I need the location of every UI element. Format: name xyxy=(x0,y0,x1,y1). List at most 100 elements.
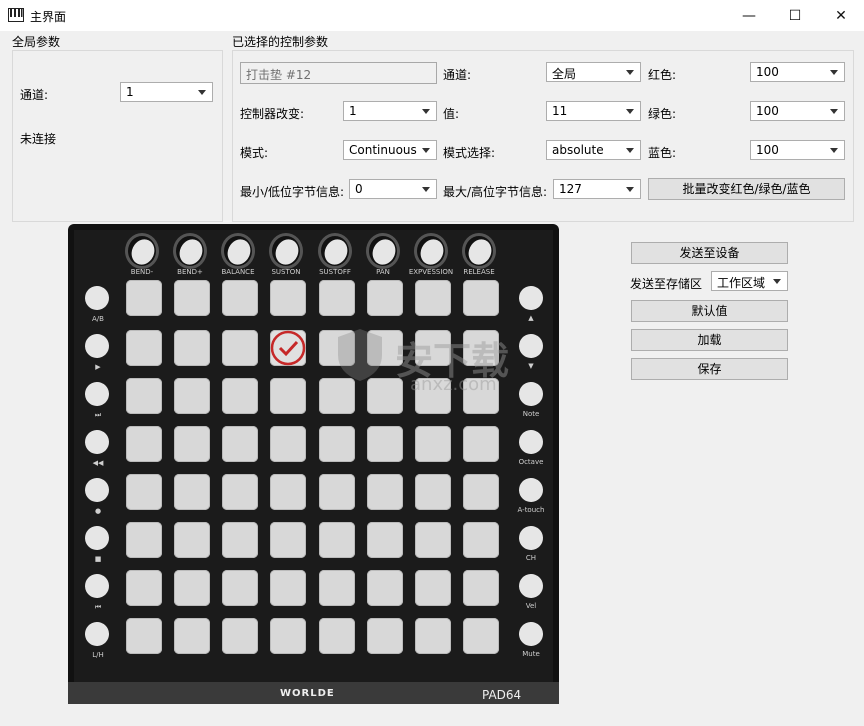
mode-label: 模式: xyxy=(240,146,269,160)
channel-label: 通道: xyxy=(443,68,472,82)
side-button-label: CH xyxy=(525,554,537,562)
knob-cap xyxy=(464,235,496,269)
pad-19[interactable] xyxy=(222,378,258,414)
pad-10[interactable] xyxy=(174,330,210,366)
pad-43[interactable] xyxy=(222,522,258,558)
pad-50[interactable] xyxy=(174,570,210,606)
pad-35[interactable] xyxy=(222,474,258,510)
value-select[interactable]: 11 xyxy=(546,101,641,121)
pad-34[interactable] xyxy=(174,474,210,510)
pad-38[interactable] xyxy=(367,474,403,510)
save-button[interactable]: 保存 xyxy=(631,358,788,380)
pad-3[interactable] xyxy=(222,280,258,316)
pad-37[interactable] xyxy=(319,474,355,510)
pad-58[interactable] xyxy=(174,618,210,654)
batch-rgb-button[interactable]: 批量改变红色/绿色/蓝色 xyxy=(648,178,845,200)
pad-4[interactable] xyxy=(270,280,306,316)
pad-17[interactable] xyxy=(126,378,162,414)
side-button-label: ⏭ xyxy=(94,411,102,419)
pad-29[interactable] xyxy=(319,426,355,462)
knob-7[interactable] xyxy=(414,233,448,269)
pad-18[interactable] xyxy=(174,378,210,414)
pad-8[interactable] xyxy=(463,280,499,316)
pad-26[interactable] xyxy=(174,426,210,462)
pad-61[interactable] xyxy=(319,618,355,654)
blue-select[interactable]: 100 xyxy=(750,140,845,160)
pad-53[interactable] xyxy=(319,570,355,606)
pad-36[interactable] xyxy=(270,474,306,510)
knob-3[interactable] xyxy=(221,233,255,269)
red-label: 红色: xyxy=(648,68,677,82)
mode-select[interactable]: Continuous xyxy=(343,140,437,160)
pad-25[interactable] xyxy=(126,426,162,462)
side-button-label: ⏮ xyxy=(94,603,102,611)
pad-59[interactable] xyxy=(222,618,258,654)
pad-28[interactable] xyxy=(270,426,306,462)
shield-icon xyxy=(338,329,382,381)
pad-40[interactable] xyxy=(463,474,499,510)
pad-11[interactable] xyxy=(222,330,258,366)
chevron-down-icon xyxy=(422,187,430,192)
pad-44[interactable] xyxy=(270,522,306,558)
pad-54[interactable] xyxy=(367,570,403,606)
pad-1[interactable] xyxy=(126,280,162,316)
green-select[interactable]: 100 xyxy=(750,101,845,121)
close-button[interactable]: ✕ xyxy=(818,0,864,31)
min-byte-select[interactable]: 0 xyxy=(349,179,437,199)
pad-30[interactable] xyxy=(367,426,403,462)
pad-27[interactable] xyxy=(222,426,258,462)
pad-12[interactable] xyxy=(270,330,306,366)
pad-7[interactable] xyxy=(415,280,451,316)
knob-1[interactable] xyxy=(125,233,159,269)
mode-select-dropdown[interactable]: absolute xyxy=(546,140,641,160)
pad-62[interactable] xyxy=(367,618,403,654)
pad-63[interactable] xyxy=(415,618,451,654)
pad-52[interactable] xyxy=(270,570,306,606)
channel-select[interactable]: 全局 xyxy=(546,62,641,82)
pad-47[interactable] xyxy=(415,522,451,558)
pad-32[interactable] xyxy=(463,426,499,462)
pad-45[interactable] xyxy=(319,522,355,558)
pad-49[interactable] xyxy=(126,570,162,606)
chevron-down-icon xyxy=(422,109,430,114)
red-select[interactable]: 100 xyxy=(750,62,845,82)
knob-8[interactable] xyxy=(462,233,496,269)
load-button[interactable]: 加载 xyxy=(631,329,788,351)
pad-6[interactable] xyxy=(367,280,403,316)
pad-39[interactable] xyxy=(415,474,451,510)
knob-6[interactable] xyxy=(366,233,400,269)
pad-42[interactable] xyxy=(174,522,210,558)
default-button[interactable]: 默认值 xyxy=(631,300,788,322)
knob-5[interactable] xyxy=(318,233,352,269)
pad-56[interactable] xyxy=(463,570,499,606)
pad-33[interactable] xyxy=(126,474,162,510)
pad-5[interactable] xyxy=(319,280,355,316)
knob-2[interactable] xyxy=(173,233,207,269)
pad-55[interactable] xyxy=(415,570,451,606)
pad-51[interactable] xyxy=(222,570,258,606)
pad-46[interactable] xyxy=(367,522,403,558)
minimize-button[interactable]: — xyxy=(726,0,772,31)
storage-select[interactable]: 工作区域 xyxy=(711,271,788,291)
pad-2[interactable] xyxy=(174,280,210,316)
pad-20[interactable] xyxy=(270,378,306,414)
global-channel-select[interactable]: 1 xyxy=(120,82,213,102)
pad-57[interactable] xyxy=(126,618,162,654)
controller-select[interactable]: 1 xyxy=(343,101,437,121)
pad-9[interactable] xyxy=(126,330,162,366)
pad-64[interactable] xyxy=(463,618,499,654)
max-byte-select[interactable]: 127 xyxy=(553,179,641,199)
side-button-label: Mute xyxy=(522,650,540,658)
pad-41[interactable] xyxy=(126,522,162,558)
pad-name-field[interactable]: 打击垫 #12 xyxy=(240,62,437,84)
maximize-button[interactable]: ☐ xyxy=(772,0,818,31)
side-button-label: A-touch xyxy=(517,506,545,514)
send-to-device-button[interactable]: 发送至设备 xyxy=(631,242,788,264)
pad-31[interactable] xyxy=(415,426,451,462)
minimize-icon: — xyxy=(742,7,756,24)
knob-4[interactable] xyxy=(269,233,303,269)
pad-60[interactable] xyxy=(270,618,306,654)
pad-48[interactable] xyxy=(463,522,499,558)
knob-cap xyxy=(320,235,352,269)
selected-params-label: 已选择的控制参数 xyxy=(232,33,329,50)
